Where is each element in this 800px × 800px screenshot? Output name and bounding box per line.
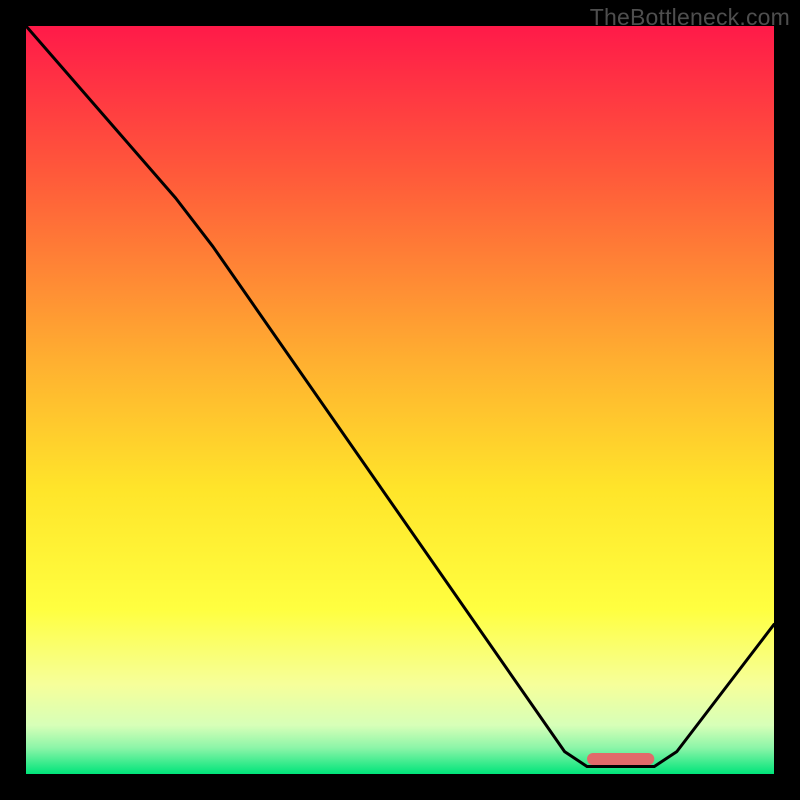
optimal-range-marker: [587, 753, 654, 765]
watermark-text: TheBottleneck.com: [590, 4, 790, 31]
chart-frame: [26, 26, 774, 774]
gradient-fill: [26, 26, 774, 774]
chart-plot: [26, 26, 774, 774]
